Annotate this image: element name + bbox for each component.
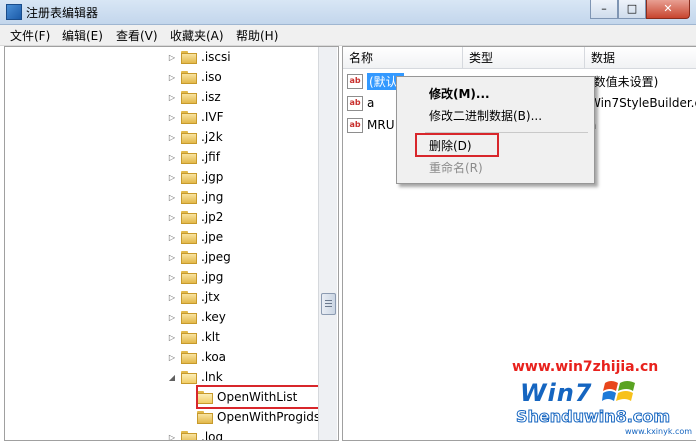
folder-open-icon [181,371,197,384]
tree-item[interactable]: ▷.koa [167,347,226,367]
menu-view[interactable]: 查看(V) [116,27,158,44]
watermark-brand: Win7 [520,379,592,407]
regedit-icon [6,4,22,20]
menu-item-rename[interactable]: 重命名(R) [429,159,483,176]
folder-icon [181,291,197,304]
folder-icon [181,231,197,244]
grip-line [325,306,332,307]
folder-icon [181,151,197,164]
tree-item-lnk[interactable]: ◢.lnk [167,367,223,387]
string-value-icon: ab [347,118,363,133]
tree-item[interactable]: ▷.jpg [167,267,223,287]
tree-item[interactable]: ▷.klt [167,327,220,347]
tree-item[interactable]: ▷.jfif [167,147,220,167]
expand-arrow-icon[interactable]: ▷ [167,433,177,441]
expand-arrow-icon[interactable]: ▷ [167,73,177,82]
folder-icon [181,251,197,264]
value-row-a[interactable]: ab a Win7StyleBuilder.e [347,93,374,113]
windows-logo-icon [602,376,638,406]
expand-arrow-icon[interactable]: ▷ [167,93,177,102]
highlight-box-delete [415,133,499,157]
menu-edit[interactable]: 编辑(E) [62,27,103,44]
menu-item-modify-binary[interactable]: 修改二进制数据(B)... [429,107,542,124]
tree-item[interactable]: ▷.iscsi [167,47,231,67]
maximize-button[interactable]: □ [618,0,646,19]
column-header-data[interactable]: 数据 [585,47,696,69]
folder-icon [181,431,197,441]
grip-line [325,303,332,304]
folder-icon [181,131,197,144]
tree-item[interactable]: ▷.jpeg [167,247,231,267]
collapse-arrow-icon[interactable]: ◢ [167,373,177,382]
tree-item[interactable]: ▷.jgp [167,167,223,187]
menu-file[interactable]: 文件(F) [10,27,50,44]
watermark-site: Shenduwin8.com [516,407,670,426]
tree-item[interactable]: ▷.j2k [167,127,223,147]
context-menu: 修改(M)... 修改二进制数据(B)... 删除(D) 重命名(R) [396,76,595,184]
folder-icon [181,111,197,124]
expand-arrow-icon[interactable]: ▷ [167,293,177,302]
string-value-icon: ab [347,74,363,89]
tree-item-openwithprogids[interactable]: OpenWithProgids [197,407,320,427]
expand-arrow-icon[interactable]: ▷ [167,173,177,182]
close-button[interactable]: ✕ [646,0,690,19]
watermark-url: www.win7zhijia.cn [512,359,658,375]
menu-help[interactable]: 帮助(H) [236,27,278,44]
folder-icon [181,331,197,344]
string-value-icon: ab [347,96,363,111]
folder-icon [181,211,197,224]
expand-arrow-icon[interactable]: ▷ [167,253,177,262]
folder-icon [181,271,197,284]
tree-scrollbar[interactable] [318,47,337,440]
window-title: 注册表编辑器 [26,4,98,21]
folder-icon [181,71,197,84]
folder-icon [181,91,197,104]
tree-item[interactable]: ▷.isz [167,87,221,107]
key-tree[interactable]: ▷.iscsi ▷.iso ▷.isz ▷.IVF ▷.j2k ▷.jfif ▷… [4,46,339,441]
expand-arrow-icon[interactable]: ▷ [167,193,177,202]
scroll-thumb[interactable] [321,293,336,315]
value-row-mru[interactable]: ab MRU a [347,115,394,135]
folder-icon [197,411,213,424]
folder-icon [181,171,197,184]
tree-item[interactable]: ▷.iso [167,67,222,87]
tree-item[interactable]: ▷.jtx [167,287,220,307]
window-controls: – □ ✕ [590,0,690,20]
minimize-button[interactable]: – [590,0,618,19]
tree-item[interactable]: ▷.jp2 [167,207,223,227]
tree-item[interactable]: ▷.IVF [167,107,223,127]
expand-arrow-icon[interactable]: ▷ [167,113,177,122]
expand-arrow-icon[interactable]: ▷ [167,313,177,322]
expand-arrow-icon[interactable]: ▷ [167,273,177,282]
tree-item[interactable]: ▷.jng [167,187,223,207]
tree-item[interactable]: ▷.key [167,307,226,327]
expand-arrow-icon[interactable]: ▷ [167,153,177,162]
folder-icon [181,51,197,64]
expand-arrow-icon[interactable]: ▷ [167,353,177,362]
folder-icon [181,351,197,364]
expand-arrow-icon[interactable]: ▷ [167,213,177,222]
menu-item-modify[interactable]: 修改(M)... [429,85,490,102]
column-header-type[interactable]: 类型 [463,47,585,69]
watermark-site-secondary: www.kxinyk.com [625,427,692,436]
tree-item[interactable]: ▷.jpe [167,227,223,247]
menu-bar: 文件(F) 编辑(E) 查看(V) 收藏夹(A) 帮助(H) [0,25,696,46]
expand-arrow-icon[interactable]: ▷ [167,133,177,142]
folder-icon [181,191,197,204]
grip-line [325,300,332,301]
column-header-name[interactable]: 名称 [343,47,463,69]
expand-arrow-icon[interactable]: ▷ [167,233,177,242]
expand-arrow-icon[interactable]: ▷ [167,53,177,62]
expand-arrow-icon[interactable]: ▷ [167,333,177,342]
title-bar: 注册表编辑器 – □ ✕ [0,0,696,25]
menu-favorites[interactable]: 收藏夹(A) [170,27,224,44]
highlight-box-openwithlist [196,385,323,409]
folder-icon [181,311,197,324]
